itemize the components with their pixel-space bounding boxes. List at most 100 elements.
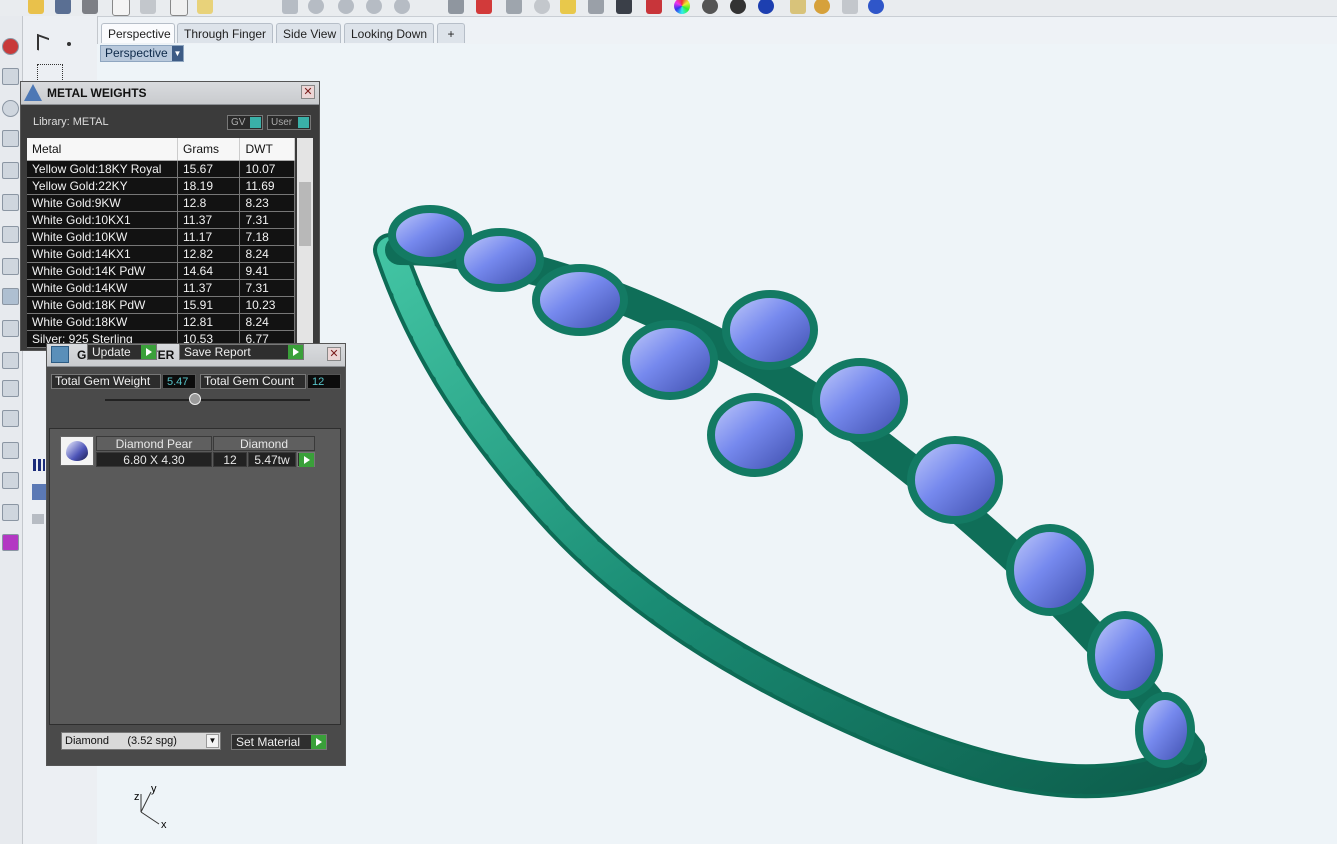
- box-solid-icon[interactable]: [2, 258, 19, 275]
- update-button[interactable]: Update: [87, 344, 157, 360]
- light-icon[interactable]: [588, 0, 604, 14]
- off-icon[interactable]: [2, 380, 19, 397]
- gem[interactable]: [456, 228, 544, 292]
- four-views-icon[interactable]: [448, 0, 464, 14]
- metal-column-header[interactable]: Grams: [177, 138, 241, 161]
- gem[interactable]: [812, 358, 908, 442]
- material-select[interactable]: Diamond (3.52 spg) ▼: [61, 732, 221, 750]
- table-row[interactable]: White Gold:18K PdW 15.91 10.23: [27, 296, 295, 314]
- hide-icon[interactable]: [2, 472, 19, 489]
- save-icon[interactable]: [55, 0, 71, 14]
- polyline-icon[interactable]: [37, 64, 63, 82]
- gem[interactable]: [532, 264, 628, 336]
- tab-looking-down[interactable]: Looking Down: [344, 23, 434, 43]
- gem[interactable]: [707, 393, 803, 477]
- main-toolbar: [0, 0, 1337, 17]
- render-sphere-dark-icon[interactable]: [730, 0, 746, 14]
- gear-icon[interactable]: [814, 0, 830, 14]
- table-row[interactable]: Yellow Gold:18KY Royal 15.67 10.07: [27, 160, 295, 178]
- pan-icon[interactable]: [282, 0, 298, 14]
- stop-icon[interactable]: [2, 38, 19, 55]
- table-row[interactable]: White Gold:9KW 12.8 8.23: [27, 194, 295, 212]
- crop-icon[interactable]: [842, 0, 858, 14]
- gem[interactable]: [907, 436, 1003, 524]
- gem[interactable]: [1135, 692, 1195, 768]
- copy-icon[interactable]: [170, 0, 188, 16]
- ruler-icon[interactable]: [2, 410, 19, 427]
- viewport-dropdown-icon[interactable]: ▼: [172, 46, 183, 61]
- grid-icon[interactable]: [33, 459, 45, 471]
- cube-icon[interactable]: [32, 484, 46, 500]
- axis-icon[interactable]: [2, 162, 19, 179]
- slider-knob[interactable]: [189, 393, 201, 405]
- gem[interactable]: [1006, 524, 1094, 616]
- table-row[interactable]: White Gold:10KW 11.17 7.18: [27, 228, 295, 246]
- metal-table-scrollbar[interactable]: [297, 138, 313, 348]
- box-edit-icon[interactable]: [2, 226, 19, 243]
- tab-add[interactable]: +: [437, 23, 465, 43]
- table-row[interactable]: White Gold:14KW 11.37 7.31: [27, 279, 295, 297]
- chevron-down-icon[interactable]: ▼: [206, 734, 219, 748]
- gem-thumbnail[interactable]: [60, 436, 94, 466]
- set-material-button[interactable]: Set Material: [231, 734, 327, 750]
- network-icon[interactable]: [2, 130, 19, 147]
- tab-perspective[interactable]: Perspective: [101, 23, 175, 43]
- transform-icon[interactable]: [2, 320, 19, 337]
- zoom-extents-icon[interactable]: [366, 0, 382, 14]
- sphere-icon[interactable]: [2, 100, 19, 117]
- close-icon[interactable]: ✕: [301, 85, 315, 99]
- open-icon[interactable]: [28, 0, 44, 14]
- metal-weights-titlebar[interactable]: METAL WEIGHTS ✕: [21, 82, 319, 105]
- table-row[interactable]: White Gold:14K PdW 14.64 9.41: [27, 262, 295, 280]
- table-row[interactable]: White Gold:14KX1 12.82 8.24: [27, 245, 295, 263]
- puzzle-icon[interactable]: [2, 534, 19, 551]
- scroll-thumb[interactable]: [299, 182, 311, 246]
- settings-icon[interactable]: [506, 0, 522, 14]
- render-sphere-icon[interactable]: [702, 0, 718, 14]
- cube-small-icon[interactable]: [32, 514, 44, 524]
- color-wheel-icon[interactable]: [674, 0, 690, 14]
- gem-row-play-button[interactable]: [297, 452, 315, 467]
- save-report-button[interactable]: Save Report: [179, 344, 304, 360]
- new-icon[interactable]: [112, 0, 130, 16]
- point-icon[interactable]: [67, 42, 71, 46]
- table-row[interactable]: Yellow Gold:22KY 18.19 11.69: [27, 177, 295, 195]
- user-toggle[interactable]: User: [267, 115, 311, 130]
- stack-icon[interactable]: [2, 442, 19, 459]
- zoom-window-icon[interactable]: [338, 0, 354, 14]
- curve-icon[interactable]: [2, 68, 19, 85]
- table-row[interactable]: White Gold:18KW 12.81 8.24: [27, 313, 295, 331]
- zoom-selected-icon[interactable]: [394, 0, 410, 14]
- layer-icon[interactable]: [616, 0, 632, 14]
- cut-icon[interactable]: [140, 0, 156, 14]
- close-icon[interactable]: ✕: [327, 347, 341, 361]
- pen-icon[interactable]: [790, 0, 806, 14]
- material-icon[interactable]: [646, 0, 662, 14]
- tab-through-finger[interactable]: Through Finger: [177, 23, 273, 43]
- gem[interactable]: [722, 290, 818, 370]
- pen-tool-icon[interactable]: [2, 352, 19, 369]
- print-icon[interactable]: [82, 0, 98, 14]
- gem[interactable]: [388, 205, 472, 265]
- metal-column-header[interactable]: DWT: [239, 138, 295, 161]
- box-icon[interactable]: [2, 194, 19, 211]
- render-sphere-blue-icon[interactable]: [758, 0, 774, 14]
- car-icon[interactable]: [476, 0, 492, 14]
- select-icon[interactable]: [560, 0, 576, 14]
- gem[interactable]: [622, 320, 718, 400]
- bracelet-model[interactable]: [360, 190, 1220, 840]
- gem[interactable]: [1087, 611, 1163, 699]
- tab-side-view[interactable]: Side View: [276, 23, 341, 43]
- person-icon[interactable]: [2, 504, 19, 521]
- table-row[interactable]: White Gold:10KX1 11.37 7.31: [27, 211, 295, 229]
- select-arrow-icon[interactable]: [37, 33, 49, 55]
- rotate-icon[interactable]: [534, 0, 550, 14]
- viewport-label[interactable]: Perspective ▼: [100, 45, 184, 62]
- zoom-icon[interactable]: [308, 0, 324, 14]
- metal-column-header[interactable]: Metal: [27, 138, 178, 161]
- gv-toggle[interactable]: GV: [227, 115, 263, 130]
- help-icon[interactable]: [868, 0, 884, 14]
- paste-icon[interactable]: [197, 0, 213, 14]
- table-cell: 12.8: [177, 194, 241, 212]
- box-select-icon[interactable]: [2, 288, 19, 305]
